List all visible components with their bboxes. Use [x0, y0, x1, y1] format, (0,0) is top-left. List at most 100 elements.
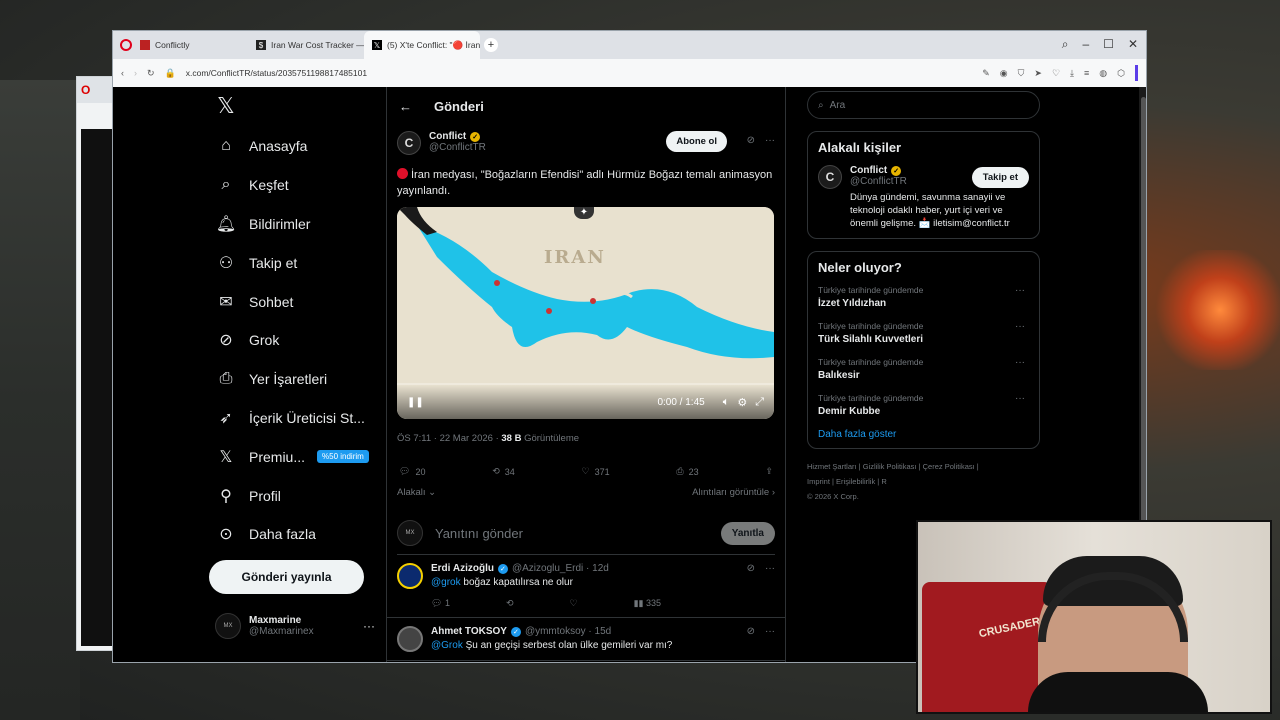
more-options-icon[interactable]: ···	[1015, 321, 1025, 332]
reply-action[interactable]: 💬︎ 1	[431, 598, 450, 609]
views-action[interactable]: ▮▮ 335	[634, 598, 661, 609]
trend-item[interactable]: Türkiye tarihinde gündemde Balıkesir ···	[818, 357, 1029, 381]
opera-logo-icon[interactable]	[120, 39, 132, 51]
reply-author[interactable]: Ahmet TOKSOY	[431, 626, 507, 637]
maximize-icon[interactable]: ☐	[1103, 37, 1114, 52]
tab-iran-war-cost[interactable]: $ Iran War Cost Tracker — L	[248, 31, 364, 59]
more-options-icon[interactable]: ···	[765, 626, 775, 637]
fullscreen-icon[interactable]: ⤢	[755, 396, 764, 409]
avatar[interactable]	[397, 626, 423, 652]
settings-icon[interactable]: ⚙	[737, 396, 747, 409]
camera-icon[interactable]: ◉	[1000, 68, 1008, 79]
add-media-icon[interactable]: ✦	[574, 207, 594, 219]
reply-author[interactable]: Erdi Azizoğlu	[431, 563, 494, 574]
view-quotes-link[interactable]: Alıntıları görüntüle ›	[692, 487, 775, 498]
footer-link[interactable]: Imprint	[807, 477, 830, 486]
author-avatar[interactable]: C	[397, 131, 421, 155]
profile-icon[interactable]: ◍	[1099, 68, 1107, 79]
reply-button[interactable]: Yanıtla	[720, 521, 775, 545]
nav-item-explore[interactable]: ⌕ Keşfet	[205, 166, 385, 205]
nav-item-more[interactable]: ⊙ Daha fazla	[205, 515, 385, 554]
pause-icon[interactable]: ❚❚	[407, 397, 424, 408]
post-timestamp[interactable]: ÖS 7:11 · 22 Mar 2026 ·	[397, 433, 501, 444]
video-player[interactable]: ✦ IRAN ❚❚ 0:00 / 1:45 🔈︎ ⚙ ⤢	[397, 207, 774, 419]
more-options-icon[interactable]: ···	[1015, 357, 1025, 368]
minimize-icon[interactable]: –	[1082, 37, 1089, 52]
grok-icon[interactable]: ⊘	[747, 563, 755, 574]
edit-icon[interactable]: ✎	[982, 68, 990, 79]
person-item[interactable]: C Conflict ✓ @ConflictTR Dünya gündemi, s…	[818, 165, 1029, 230]
mention-link[interactable]: @grok	[431, 577, 461, 588]
more-options-icon[interactable]: ···	[765, 135, 775, 146]
menu-icon[interactable]: ≡	[1084, 68, 1089, 79]
more-options-icon[interactable]: ···	[363, 619, 375, 633]
right-sidebar: ⌕ Ara Alakalı kişiler C Conflict ✓ @Confl…	[807, 87, 1040, 504]
reply-input[interactable]: Yanıtını gönder	[435, 526, 709, 541]
tab-x-conflict[interactable]: 𝕏 (5) X'te Conflict: "🔴 İran	[364, 31, 480, 59]
search-tabs-icon[interactable]: ⌕	[1062, 37, 1069, 52]
more-options-icon[interactable]: ···	[1015, 285, 1025, 296]
grok-icon[interactable]: ⊘	[747, 135, 755, 146]
reply-composer: MX Yanıtını gönder Yanıtla	[397, 512, 775, 555]
more-options-icon[interactable]: ···	[765, 563, 775, 574]
back-icon[interactable]: ‹	[121, 68, 124, 78]
account-switcher[interactable]: MX Maxmarine @Maxmarinex ···	[215, 613, 375, 639]
repost-icon[interactable]: ⟲	[506, 598, 514, 609]
x-logo-icon[interactable]: 𝕏	[217, 93, 385, 127]
shield-icon[interactable]: ⛉	[1018, 68, 1025, 79]
author-name-row[interactable]: Conflict ✓	[429, 131, 486, 142]
nav-item-premium[interactable]: 𝕏 Premiu... %50 indirim	[205, 437, 385, 476]
nav-item-bookmarks[interactable]: ⎙ Yer İşaretleri	[205, 360, 385, 399]
heart-icon[interactable]: ♡	[570, 598, 578, 609]
trend-item[interactable]: Türkiye tarihinde gündemde Türk Silahlı …	[818, 321, 1029, 345]
like-action[interactable]: ♡ 371	[582, 466, 610, 477]
download-icon[interactable]: ⤓	[1070, 68, 1074, 79]
search-input[interactable]: ⌕ Ara	[807, 91, 1040, 119]
nav-item-chat[interactable]: ✉ Sohbet	[205, 282, 385, 321]
nav-item-follow[interactable]: ⚇ Takip et	[205, 243, 385, 282]
more-icon: ⊙	[219, 526, 233, 544]
trend-item[interactable]: Türkiye tarihinde gündemde İzzet Yıldızh…	[818, 285, 1029, 309]
footer-link[interactable]: R	[881, 477, 886, 486]
reply-post[interactable]: Erdi Azizoğlu ✓ @Azizoglu_Erdi · 12d @gr…	[387, 555, 785, 618]
trend-item[interactable]: Türkiye tarihinde gündemde Demir Kubbe ·…	[818, 393, 1029, 417]
avatar[interactable]: C	[818, 165, 842, 189]
footer-link[interactable]: Hizmet Şartları	[807, 462, 857, 471]
nav-item-notifications[interactable]: 🔔︎ Bildirimler	[205, 205, 385, 244]
background-browser-window[interactable]: O	[76, 76, 116, 651]
reload-icon[interactable]: ↻	[147, 68, 155, 79]
tab-conflictly[interactable]: Conflictly	[132, 31, 248, 59]
repost-action[interactable]: ⟲ 34	[492, 466, 515, 477]
profile-icon: ⚲	[220, 487, 232, 505]
post-button[interactable]: Gönderi yayınla	[209, 560, 364, 594]
more-options-icon[interactable]: ···	[1015, 393, 1025, 404]
close-icon[interactable]: ✕	[1128, 37, 1138, 52]
show-more-link[interactable]: Daha fazla göster	[818, 429, 1029, 440]
send-icon[interactable]: ➤	[1034, 68, 1042, 79]
share-icon[interactable]: ⇪	[765, 466, 773, 477]
url-field[interactable]: x.com/ConflictTR/status/2035751198817485…	[186, 68, 972, 78]
volume-icon[interactable]: 🔈︎	[723, 396, 730, 409]
nav-item-grok[interactable]: ⊘ Grok	[205, 321, 385, 360]
forward-icon[interactable]: ›	[134, 68, 137, 78]
heart-icon[interactable]: ♡	[1052, 68, 1060, 79]
new-tab-button[interactable]: +	[484, 38, 498, 52]
nav-item-home[interactable]: ⌂ Anasayfa	[205, 127, 385, 166]
mention-link[interactable]: @Grok	[431, 640, 463, 651]
follow-button[interactable]: Takip et	[971, 167, 1029, 188]
subscribe-button[interactable]: Abone ol	[666, 131, 727, 152]
reply-action[interactable]: 💬︎ 20	[399, 466, 425, 477]
reply-post[interactable]: Ahmet TOKSOY ✓ @ymmtoksoy · 15d @Grok Şu…	[387, 618, 785, 661]
footer-link[interactable]: Çerez Politikası	[923, 462, 975, 471]
back-arrow-icon[interactable]: ←	[399, 99, 412, 114]
nav-item-profile[interactable]: ⚲ Profil	[205, 476, 385, 515]
sort-dropdown[interactable]: Alakalı ⌄	[397, 487, 436, 498]
footer-link[interactable]: Erişilebilirlik	[836, 477, 875, 486]
footer-link[interactable]: Gizlilik Politikası	[863, 462, 917, 471]
author-handle[interactable]: @ConflictTR	[429, 142, 486, 153]
bookmark-action[interactable]: ⎙ 23	[676, 466, 698, 477]
grok-icon[interactable]: ⊘	[747, 626, 755, 637]
avatar[interactable]	[397, 563, 423, 589]
extension-icon[interactable]: ⬡	[1117, 68, 1125, 79]
nav-item-creator-studio[interactable]: ➶ İçerik Üreticisi St...	[205, 399, 385, 438]
